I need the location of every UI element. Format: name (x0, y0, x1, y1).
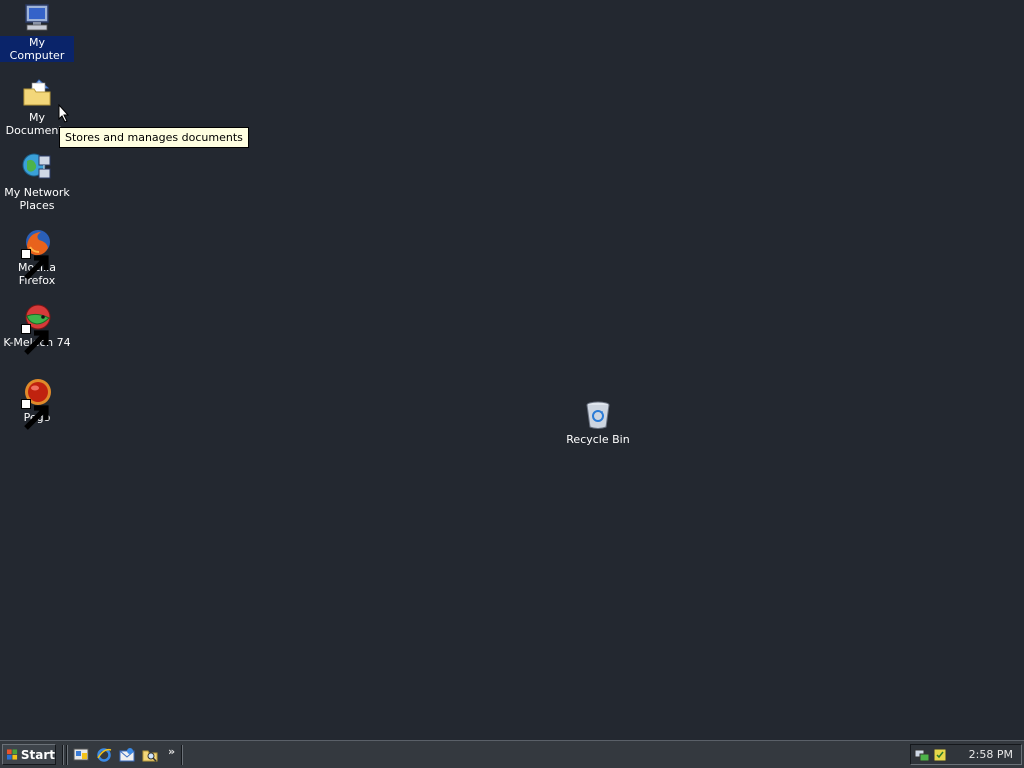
firefox-icon (21, 227, 53, 280)
desktop-icon-k-meleon[interactable]: K-Meleon 74 (0, 302, 74, 355)
quick-launch-more-button[interactable]: » (168, 745, 175, 758)
tooltip: Stores and manages documents (59, 127, 249, 148)
shortcut-arrow-icon (21, 249, 49, 280)
shortcut-arrow-icon (21, 324, 49, 355)
computer-icon (21, 2, 53, 34)
search-folder-icon (142, 750, 158, 762)
k-meleon-icon (21, 302, 53, 355)
mail-icon (119, 748, 135, 762)
desktop-icon-pego[interactable]: Pego (0, 377, 74, 430)
taskbar-separator (181, 745, 183, 765)
shortcut-arrow-icon (21, 399, 49, 430)
taskbar-separator (62, 745, 64, 765)
tray-app-icon[interactable] (932, 747, 948, 763)
quick-launch-outlook-express[interactable] (119, 747, 135, 763)
desktop-icon-recycle-bin[interactable]: Recycle Bin (561, 399, 635, 446)
desktop[interactable]: My Computer My Documents My Network Place… (0, 0, 1024, 740)
desktop-icon-my-network-places[interactable]: My Network Places (0, 152, 74, 212)
recycle-bin-icon (582, 399, 614, 431)
documents-folder-icon (21, 77, 53, 109)
network-globe-icon (21, 152, 53, 184)
desktop-icon-label: Recycle Bin (566, 433, 630, 446)
show-desktop-icon (73, 748, 89, 761)
quick-launch-explorer[interactable] (142, 747, 158, 763)
desktop-icon-my-computer[interactable]: My Computer (0, 2, 74, 62)
taskbar-separator (66, 745, 68, 765)
start-label: Start (20, 747, 55, 762)
windows-logo-icon (7, 749, 18, 760)
quick-launch-internet-explorer[interactable] (96, 747, 112, 763)
start-button[interactable]: Start (2, 744, 56, 765)
desktop-icon-mozilla-firefox[interactable]: Mozilla Firefox (0, 227, 74, 287)
desktop-icon-label: My Network Places (4, 186, 70, 212)
quick-launch-show-desktop[interactable] (73, 747, 89, 763)
taskbar: Start » 2:58 PM (0, 740, 1024, 768)
internet-explorer-icon (97, 748, 112, 762)
tray-network-icon[interactable] (914, 747, 930, 763)
desktop-icon-label: My Computer (0, 36, 74, 62)
pego-icon (21, 377, 53, 430)
mouse-pointer-icon (58, 104, 70, 123)
system-tray: 2:58 PM (910, 744, 1022, 765)
clock[interactable]: 2:58 PM (969, 748, 1013, 761)
